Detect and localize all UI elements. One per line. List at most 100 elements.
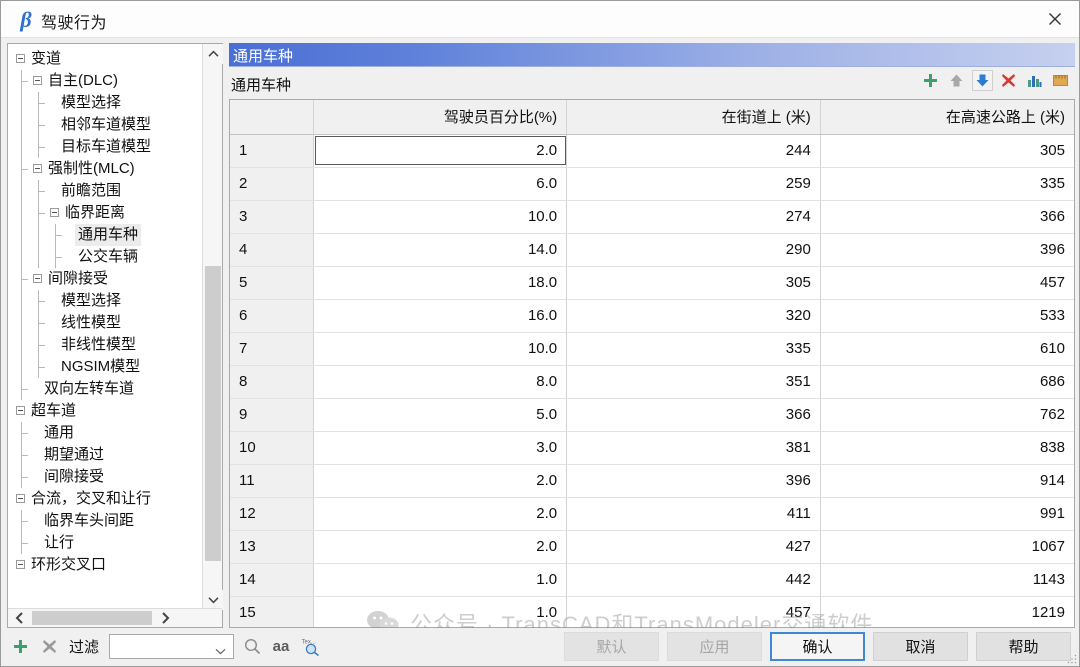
help-button[interactable]: 帮助 bbox=[976, 632, 1071, 661]
cell-percent[interactable]: 14.0 bbox=[313, 233, 567, 266]
match-case-button[interactable]: aa bbox=[270, 636, 292, 658]
chart-button[interactable] bbox=[1024, 70, 1045, 91]
table-row[interactable]: 132.04271067 bbox=[230, 530, 1074, 563]
cell-freeway[interactable]: 610 bbox=[820, 332, 1074, 365]
cell-street[interactable]: 457 bbox=[567, 596, 821, 628]
add-filter-button[interactable] bbox=[9, 636, 31, 658]
cell-percent[interactable]: 5.0 bbox=[313, 398, 567, 431]
scroll-left-button[interactable] bbox=[8, 609, 30, 627]
filter-combobox[interactable] bbox=[109, 634, 234, 659]
table-row[interactable]: 518.0305457 bbox=[230, 266, 1074, 299]
tree-collapse-toggle-icon[interactable] bbox=[33, 76, 42, 85]
sidebar-item-11[interactable]: 模型选择 bbox=[12, 290, 202, 312]
table-row[interactable]: 310.0274366 bbox=[230, 200, 1074, 233]
row-index-cell[interactable]: 2 bbox=[230, 167, 313, 200]
sidebar-item-19[interactable]: 间隙接受 bbox=[12, 466, 202, 488]
cell-freeway[interactable]: 1143 bbox=[820, 563, 1074, 596]
cell-percent[interactable]: 1.0 bbox=[313, 563, 567, 596]
ok-button[interactable]: 确认 bbox=[770, 632, 865, 661]
resize-grip-icon[interactable] bbox=[1067, 654, 1077, 664]
sidebar-item-8[interactable]: 通用车种 bbox=[12, 224, 202, 246]
sidebar-item-1[interactable]: 自主(DLC) bbox=[12, 70, 202, 92]
cell-freeway[interactable]: 457 bbox=[820, 266, 1074, 299]
sidebar-item-9[interactable]: 公交车辆 bbox=[12, 246, 202, 268]
cell-percent[interactable]: 2.0 bbox=[313, 497, 567, 530]
scroll-up-button[interactable] bbox=[203, 44, 223, 64]
table-row[interactable]: 414.0290396 bbox=[230, 233, 1074, 266]
table-row[interactable]: 26.0259335 bbox=[230, 167, 1074, 200]
table-row[interactable]: 616.0320533 bbox=[230, 299, 1074, 332]
cell-street[interactable]: 351 bbox=[567, 365, 821, 398]
cell-freeway[interactable]: 366 bbox=[820, 200, 1074, 233]
table-row[interactable]: 112.0396914 bbox=[230, 464, 1074, 497]
table-row[interactable]: 710.0335610 bbox=[230, 332, 1074, 365]
tree-collapse-toggle-icon[interactable] bbox=[50, 208, 59, 217]
sidebar-item-4[interactable]: 目标车道模型 bbox=[12, 136, 202, 158]
table-row[interactable]: 103.0381838 bbox=[230, 431, 1074, 464]
tree-collapse-toggle-icon[interactable] bbox=[16, 494, 25, 503]
cell-freeway[interactable]: 838 bbox=[820, 431, 1074, 464]
remove-filter-button[interactable] bbox=[38, 636, 60, 658]
cell-editor[interactable]: 2.0 bbox=[315, 136, 567, 165]
text-search-button[interactable]: Tex... bbox=[299, 636, 321, 658]
table-row[interactable]: 151.04571219 bbox=[230, 596, 1074, 628]
cell-freeway[interactable]: 396 bbox=[820, 233, 1074, 266]
row-index-cell[interactable]: 11 bbox=[230, 464, 313, 497]
cell-street[interactable]: 335 bbox=[567, 332, 821, 365]
cell-percent[interactable]: 10.0 bbox=[313, 332, 567, 365]
row-index-cell[interactable]: 12 bbox=[230, 497, 313, 530]
cell-freeway[interactable]: 686 bbox=[820, 365, 1074, 398]
row-index-cell[interactable]: 6 bbox=[230, 299, 313, 332]
move-up-button[interactable] bbox=[946, 70, 967, 91]
sidebar-item-7[interactable]: 临界距离 bbox=[12, 202, 202, 224]
cell-street[interactable]: 381 bbox=[567, 431, 821, 464]
table-row[interactable]: 141.04421143 bbox=[230, 563, 1074, 596]
cell-percent[interactable]: 10.0 bbox=[313, 200, 567, 233]
cell-freeway[interactable]: 762 bbox=[820, 398, 1074, 431]
tree-horizontal-scrollbar[interactable] bbox=[8, 608, 222, 627]
cell-percent[interactable]: 1.0 bbox=[313, 596, 567, 628]
row-index-cell[interactable]: 14 bbox=[230, 563, 313, 596]
sidebar-item-14[interactable]: NGSIM模型 bbox=[12, 356, 202, 378]
cell-percent[interactable]: 2.0 bbox=[313, 530, 567, 563]
data-grid[interactable]: 驾驶员百分比(%) 在街道上 (米) 在高速公路上 (米) 12.0244305… bbox=[229, 99, 1075, 628]
tree-collapse-toggle-icon[interactable] bbox=[33, 164, 42, 173]
row-index-cell[interactable]: 9 bbox=[230, 398, 313, 431]
cell-percent[interactable]: 2.0 bbox=[313, 134, 567, 167]
cell-street[interactable]: 320 bbox=[567, 299, 821, 332]
cell-percent[interactable]: 18.0 bbox=[313, 266, 567, 299]
cell-freeway[interactable]: 305 bbox=[820, 134, 1074, 167]
column-header-freeway[interactable]: 在高速公路上 (米) bbox=[820, 100, 1074, 134]
tree-collapse-toggle-icon[interactable] bbox=[16, 54, 25, 63]
cell-percent[interactable]: 3.0 bbox=[313, 431, 567, 464]
scrollbar-thumb-horizontal[interactable] bbox=[32, 611, 152, 625]
cell-percent[interactable]: 6.0 bbox=[313, 167, 567, 200]
cell-street[interactable]: 290 bbox=[567, 233, 821, 266]
row-index-cell[interactable]: 15 bbox=[230, 596, 313, 628]
cell-street[interactable]: 396 bbox=[567, 464, 821, 497]
sidebar-item-6[interactable]: 前瞻范围 bbox=[12, 180, 202, 202]
cell-street[interactable]: 274 bbox=[567, 200, 821, 233]
close-button[interactable] bbox=[1031, 1, 1079, 37]
row-index-cell[interactable]: 8 bbox=[230, 365, 313, 398]
sidebar-item-15[interactable]: 双向左转车道 bbox=[12, 378, 202, 400]
tree-vertical-scrollbar[interactable] bbox=[202, 44, 222, 610]
row-index-cell[interactable]: 5 bbox=[230, 266, 313, 299]
row-index-cell[interactable]: 10 bbox=[230, 431, 313, 464]
row-index-cell[interactable]: 13 bbox=[230, 530, 313, 563]
cell-percent[interactable]: 2.0 bbox=[313, 464, 567, 497]
scroll-down-button[interactable] bbox=[203, 590, 223, 610]
sidebar-item-23[interactable]: 环形交叉口 bbox=[12, 554, 202, 576]
column-header-percent[interactable]: 驾驶员百分比(%) bbox=[313, 100, 567, 134]
cell-percent[interactable]: 16.0 bbox=[313, 299, 567, 332]
tree-collapse-toggle-icon[interactable] bbox=[16, 560, 25, 569]
add-row-button[interactable] bbox=[920, 70, 941, 91]
cell-street[interactable]: 259 bbox=[567, 167, 821, 200]
sidebar-item-5[interactable]: 强制性(MLC) bbox=[12, 158, 202, 180]
sidebar-item-0[interactable]: 变道 bbox=[12, 48, 202, 70]
cell-street[interactable]: 244 bbox=[567, 134, 821, 167]
cell-street[interactable]: 411 bbox=[567, 497, 821, 530]
cell-street[interactable]: 442 bbox=[567, 563, 821, 596]
tree-collapse-toggle-icon[interactable] bbox=[33, 274, 42, 283]
cell-freeway[interactable]: 1219 bbox=[820, 596, 1074, 628]
